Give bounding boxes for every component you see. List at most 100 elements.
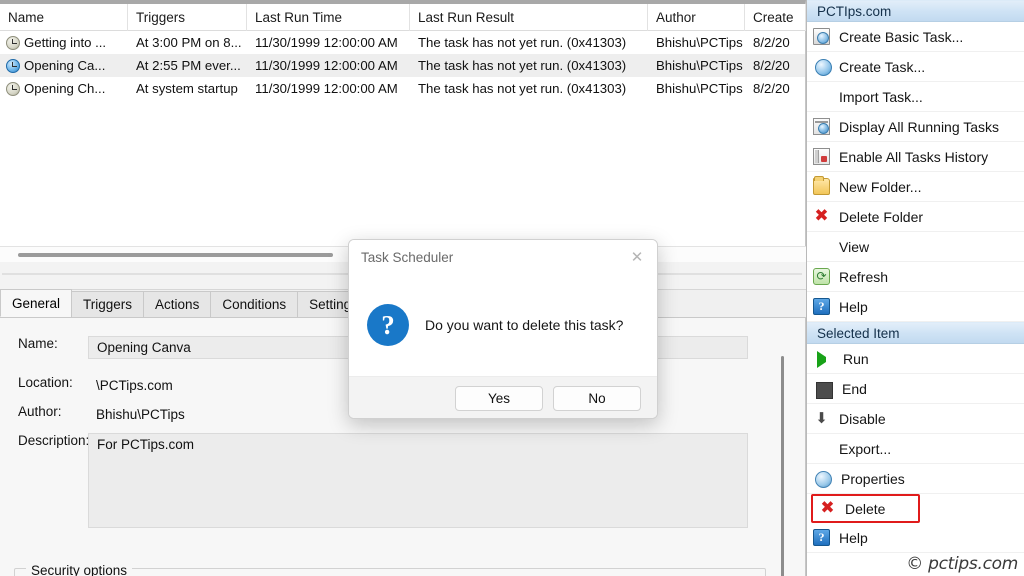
- yes-button[interactable]: Yes: [455, 386, 543, 411]
- column-header-name[interactable]: Name: [0, 4, 128, 31]
- action-item-properties[interactable]: Properties: [807, 464, 1024, 494]
- action-item-delete[interactable]: ✖ Delete: [811, 494, 920, 523]
- column-header-last-run-result[interactable]: Last Run Result: [410, 4, 648, 31]
- actions-folder-list: Create Basic Task... Create Task... Import…: [807, 22, 1024, 322]
- action-item-new-folder[interactable]: New Folder...: [807, 172, 1024, 202]
- properties-icon: [815, 471, 832, 488]
- column-header-last-run-time[interactable]: Last Run Time: [247, 4, 410, 31]
- no-icon: [813, 88, 830, 105]
- actions-section-header-folder: PCTIps.com: [807, 0, 1024, 22]
- action-item-label: Help: [839, 298, 868, 315]
- close-icon[interactable]: ✕: [617, 240, 657, 274]
- help-icon: ?: [813, 529, 830, 546]
- red-x-icon: ✖: [820, 498, 835, 518]
- cell-triggers: At system startup: [136, 81, 238, 96]
- action-item-import-task[interactable]: Import Task...: [807, 82, 1024, 112]
- action-item-label: Delete: [845, 500, 886, 517]
- dialog-footer: Yes No: [349, 376, 657, 418]
- question-mark-icon: ?: [367, 304, 409, 346]
- action-item-help[interactable]: ? Help: [807, 523, 1024, 553]
- confirm-delete-dialog: Task Scheduler ✕ ? Do you want to delete…: [348, 239, 658, 419]
- cell-last_run_time: 11/30/1999 12:00:00 AM: [255, 81, 398, 96]
- cell-text: Getting into ...: [24, 35, 107, 50]
- clock-icon-blue: [6, 58, 20, 73]
- task-list-header: Name Triggers Last Run Time Last Run Result…: [0, 4, 806, 31]
- action-item-refresh[interactable]: ⟳ Refresh: [807, 262, 1024, 292]
- location-value: \PCTips.com: [96, 378, 173, 393]
- cell-last_run_time: 11/30/1999 12:00:00 AM: [255, 35, 398, 50]
- cell-author: Bhishu\PCTips: [656, 81, 743, 96]
- action-item-disable[interactable]: ⬇ Disable: [807, 404, 1024, 434]
- create-basic-task-icon: [813, 28, 830, 45]
- cell-last_run_result: The task has not yet run. (0x41303): [418, 81, 627, 96]
- description-value[interactable]: For PCTips.com: [88, 433, 748, 528]
- action-item-label: Create Basic Task...: [839, 28, 964, 45]
- tab-conditions[interactable]: Conditions: [210, 291, 299, 317]
- clock-icon: [6, 35, 20, 50]
- cell-name: Getting into ...: [0, 31, 128, 54]
- column-header-author[interactable]: Author: [648, 4, 745, 31]
- action-item-label: View: [839, 238, 870, 255]
- scrollbar-thumb[interactable]: [18, 253, 333, 257]
- action-item-view[interactable]: View: [807, 232, 1024, 262]
- tab-triggers[interactable]: Triggers: [71, 291, 145, 317]
- disable-icon: ⬇: [815, 409, 828, 427]
- action-item-label: Import Task...: [839, 88, 923, 105]
- action-item-export[interactable]: Export...: [807, 434, 1024, 464]
- action-item-run[interactable]: Run: [807, 344, 1024, 374]
- cell-last_run_time: 11/30/1999 12:00:00 AM: [255, 58, 398, 73]
- cell-created: 8/2/20: [753, 81, 790, 96]
- clock-icon: [6, 81, 20, 96]
- action-item-create-basic-task[interactable]: Create Basic Task...: [807, 22, 1024, 52]
- dialog-titlebar: Task Scheduler ✕: [349, 240, 657, 274]
- action-item-enable-all-tasks-history[interactable]: Enable All Tasks History: [807, 142, 1024, 172]
- tasks-history-icon: [813, 148, 830, 165]
- display-running-tasks-icon: [813, 118, 830, 135]
- task-list-rows: Getting into ... At 3:00 PM on 8... 11/30/…: [0, 31, 805, 100]
- new-folder-icon: [813, 176, 830, 195]
- help-icon: ?: [813, 298, 830, 315]
- dialog-title: Task Scheduler: [361, 249, 454, 265]
- name-label: Name:: [18, 336, 58, 351]
- action-item-label: Disable: [839, 410, 886, 427]
- action-item-label: Display All Running Tasks: [839, 118, 1000, 135]
- action-item-label: Refresh: [839, 268, 889, 285]
- dialog-content: ? Do you want to delete this task?: [349, 274, 657, 376]
- run-icon: [817, 350, 834, 368]
- no-button[interactable]: No: [553, 386, 641, 411]
- scrollbar-thumb[interactable]: [781, 356, 784, 576]
- action-item-label: Export...: [839, 440, 892, 457]
- action-item-display-all-running-tasks[interactable]: Display All Running Tasks: [807, 112, 1024, 142]
- watermark: © pctips.com: [906, 554, 1018, 574]
- detail-vertical-scrollbar[interactable]: [778, 348, 788, 576]
- cell-last_run_result: The task has not yet run. (0x41303): [418, 58, 627, 73]
- cell-triggers: At 3:00 PM on 8...: [136, 35, 242, 50]
- cell-name: Opening Ch...: [0, 77, 128, 100]
- cell-text: Opening Ch...: [24, 81, 106, 96]
- author-label: Author:: [18, 404, 62, 419]
- action-item-end[interactable]: End: [807, 374, 1024, 404]
- description-label: Description:: [18, 433, 90, 448]
- action-item-label: Help: [839, 529, 868, 546]
- action-item-delete-folder[interactable]: ✖ Delete Folder: [807, 202, 1024, 232]
- action-item-create-task[interactable]: Create Task...: [807, 52, 1024, 82]
- column-header-create[interactable]: Create: [745, 4, 806, 31]
- tab-actions[interactable]: Actions: [143, 291, 212, 317]
- cell-created: 8/2/20: [753, 35, 790, 50]
- action-item-label: Create Task...: [839, 58, 926, 75]
- table-row[interactable]: Opening Ch... At system startup 11/30/1999…: [0, 77, 805, 100]
- dialog-message: Do you want to delete this task?: [425, 317, 624, 333]
- cell-created: 8/2/20: [753, 58, 790, 73]
- security-options-label: Security options: [26, 563, 133, 576]
- cell-triggers: At 2:55 PM ever...: [136, 58, 241, 73]
- no-icon: [813, 238, 830, 255]
- table-row[interactable]: Getting into ... At 3:00 PM on 8... 11/30/…: [0, 31, 805, 54]
- create-task-icon: [815, 59, 832, 76]
- task-list-pane: Name Triggers Last Run Time Last Run Result…: [0, 0, 806, 262]
- table-row[interactable]: Opening Ca... At 2:55 PM ever... 11/30/199…: [0, 54, 805, 77]
- action-item-help[interactable]: ? Help: [807, 292, 1024, 322]
- field-description: Description: For PCTips.com: [0, 433, 760, 528]
- author-value: Bhishu\PCTips: [96, 407, 185, 422]
- column-header-triggers[interactable]: Triggers: [128, 4, 247, 31]
- tab-general[interactable]: General: [0, 289, 73, 317]
